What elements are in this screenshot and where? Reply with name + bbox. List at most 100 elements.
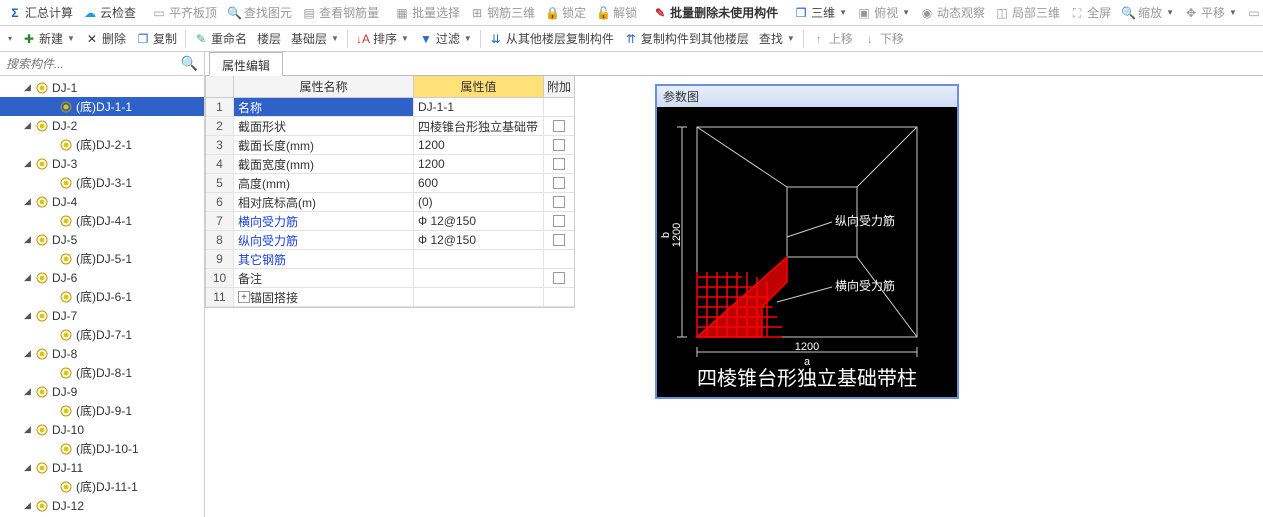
top-view-button[interactable]: ▣俯视▼ <box>853 2 914 23</box>
tree-parent[interactable]: ◢DJ-5 <box>0 230 204 249</box>
local3d-button[interactable]: ◫局部三维 <box>991 2 1064 23</box>
tree-child[interactable]: (底)DJ-4-1 <box>0 211 204 230</box>
checkbox-icon[interactable] <box>553 272 565 284</box>
flat-top-button[interactable]: ▭平齐板顶 <box>148 2 221 23</box>
tree-view[interactable]: ◢DJ-1(底)DJ-1-1◢DJ-2(底)DJ-2-1◢DJ-3(底)DJ-3… <box>0 76 204 517</box>
cloud-check-button[interactable]: ☁云检查 <box>79 2 140 23</box>
col-header-name[interactable]: 属性名称 <box>234 76 414 97</box>
checkbox-icon[interactable] <box>553 215 565 227</box>
tree-child[interactable]: (底)DJ-5-1 <box>0 249 204 268</box>
sort-button[interactable]: ↓A排序▼ <box>352 28 413 49</box>
property-row[interactable]: 7横向受力筋Ф 12@150 <box>206 212 574 231</box>
checkbox-icon[interactable] <box>553 177 565 189</box>
tree-parent[interactable]: ◢DJ-7 <box>0 306 204 325</box>
copy-to-floors-button[interactable]: ⇈复制构件到其他楼层 <box>620 28 753 49</box>
tree-child[interactable]: (底)DJ-3-1 <box>0 173 204 192</box>
property-row[interactable]: 6相对底标高(m)(0) <box>206 193 574 212</box>
sum-calc-button[interactable]: Σ汇总计算 <box>4 2 77 23</box>
checkbox-icon[interactable] <box>553 139 565 151</box>
batch-select-button[interactable]: ▦批量选择 <box>391 2 464 23</box>
tree-parent[interactable]: ◢DJ-3 <box>0 154 204 173</box>
find-button[interactable]: 查找▼ <box>755 28 799 49</box>
prop-value[interactable]: DJ-1-1 <box>414 98 544 116</box>
property-row[interactable]: 3截面长度(mm)1200 <box>206 136 574 155</box>
prop-extra[interactable] <box>544 155 574 173</box>
checkbox-icon[interactable] <box>553 158 565 170</box>
new-button[interactable]: ✚新建▼ <box>18 28 79 49</box>
prop-value[interactable]: (0) <box>414 193 544 211</box>
fullscreen-button[interactable]: ⛶全屏 <box>1066 2 1115 23</box>
prop-extra[interactable] <box>544 136 574 154</box>
prop-value[interactable]: 600 <box>414 174 544 192</box>
copy-from-floors-button[interactable]: ⇊从其他楼层复制构件 <box>485 28 618 49</box>
prop-extra[interactable] <box>544 193 574 211</box>
tree-child[interactable]: (底)DJ-8-1 <box>0 363 204 382</box>
screen-button[interactable]: ▭屏 <box>1243 2 1263 23</box>
lock-button[interactable]: 🔒锁定 <box>541 2 590 23</box>
search-go-icon[interactable]: 🔍 <box>181 55 198 72</box>
tree-child[interactable]: (底)DJ-7-1 <box>0 325 204 344</box>
prop-value[interactable]: Ф 12@150 <box>414 212 544 230</box>
move-up-button[interactable]: ↑上移 <box>808 28 857 49</box>
tree-parent[interactable]: ◢DJ-9 <box>0 382 204 401</box>
base-floor-select[interactable]: 基础层▼ <box>287 28 343 49</box>
unlock-button[interactable]: 🔓解锁 <box>592 2 641 23</box>
tree-parent[interactable]: ◢DJ-4 <box>0 192 204 211</box>
prop-value[interactable]: Ф 12@150 <box>414 231 544 249</box>
prop-extra[interactable] <box>544 269 574 287</box>
tree-child[interactable]: (底)DJ-1-1 <box>0 97 204 116</box>
zoom-button[interactable]: 🔍缩放▼ <box>1117 2 1178 23</box>
prop-extra[interactable] <box>544 231 574 249</box>
3d-button[interactable]: ❒三维▼ <box>790 2 851 23</box>
expand-icon[interactable]: + <box>238 291 250 303</box>
batch-delete-button[interactable]: ✎批量删除未使用构件 <box>649 2 782 23</box>
delete-button[interactable]: ✕删除 <box>81 28 130 49</box>
filter-button[interactable]: ▼过滤▼ <box>415 28 476 49</box>
find-element-button[interactable]: 🔍查找图元 <box>223 2 296 23</box>
property-row[interactable]: 9其它钢筋 <box>206 250 574 269</box>
prop-value[interactable]: 1200 <box>414 136 544 154</box>
chevron-down-icon[interactable]: ▾ <box>8 34 12 43</box>
tree-child[interactable]: (底)DJ-11-1 <box>0 477 204 496</box>
property-row[interactable]: 8纵向受力筋Ф 12@150 <box>206 231 574 250</box>
property-row[interactable]: 10备注 <box>206 269 574 288</box>
rebar3d-button[interactable]: ⊞钢筋三维 <box>466 2 539 23</box>
prop-value[interactable] <box>414 250 544 268</box>
tree-parent[interactable]: ◢DJ-12 <box>0 496 204 515</box>
prop-value[interactable] <box>414 269 544 287</box>
tab-property-edit[interactable]: 属性编辑 <box>209 52 283 76</box>
tree-child[interactable]: (底)DJ-2-1 <box>0 135 204 154</box>
tree-parent[interactable]: ◢DJ-8 <box>0 344 204 363</box>
view-rebar-button[interactable]: ▤查看钢筋量 <box>298 2 383 23</box>
property-row[interactable]: 4截面宽度(mm)1200 <box>206 155 574 174</box>
prop-extra[interactable] <box>544 250 574 268</box>
search-input[interactable] <box>6 57 181 71</box>
copy-button[interactable]: ❐复制 <box>132 28 181 49</box>
prop-value[interactable]: 四棱锥台形独立基础带 <box>414 117 544 135</box>
property-row[interactable]: 1名称DJ-1-1 <box>206 98 574 117</box>
prop-value[interactable] <box>414 288 544 306</box>
tree-child[interactable]: (底)DJ-9-1 <box>0 401 204 420</box>
tree-parent[interactable]: ◢DJ-2 <box>0 116 204 135</box>
property-row[interactable]: 2截面形状四棱锥台形独立基础带 <box>206 117 574 136</box>
tree-child[interactable]: (底)DJ-10-1 <box>0 439 204 458</box>
checkbox-icon[interactable] <box>553 234 565 246</box>
move-down-button[interactable]: ↓下移 <box>859 28 908 49</box>
tree-parent[interactable]: ◢DJ-6 <box>0 268 204 287</box>
property-row[interactable]: 5高度(mm)600 <box>206 174 574 193</box>
tree-parent[interactable]: ◢DJ-10 <box>0 420 204 439</box>
tree-parent[interactable]: ◢DJ-11 <box>0 458 204 477</box>
tree-parent[interactable]: ◢DJ-1 <box>0 78 204 97</box>
checkbox-icon[interactable] <box>553 196 565 208</box>
prop-value[interactable]: 1200 <box>414 155 544 173</box>
prop-extra[interactable] <box>544 174 574 192</box>
prop-extra[interactable] <box>544 288 574 306</box>
prop-extra[interactable] <box>544 117 574 135</box>
pan-button[interactable]: ✥平移▼ <box>1180 2 1241 23</box>
col-header-extra[interactable]: 附加 <box>544 76 574 97</box>
prop-extra[interactable] <box>544 98 574 116</box>
col-header-value[interactable]: 属性值 <box>414 76 544 97</box>
rename-button[interactable]: ✎重命名 <box>190 28 251 49</box>
orbit-button[interactable]: ◉动态观察 <box>916 2 989 23</box>
checkbox-icon[interactable] <box>553 120 565 132</box>
